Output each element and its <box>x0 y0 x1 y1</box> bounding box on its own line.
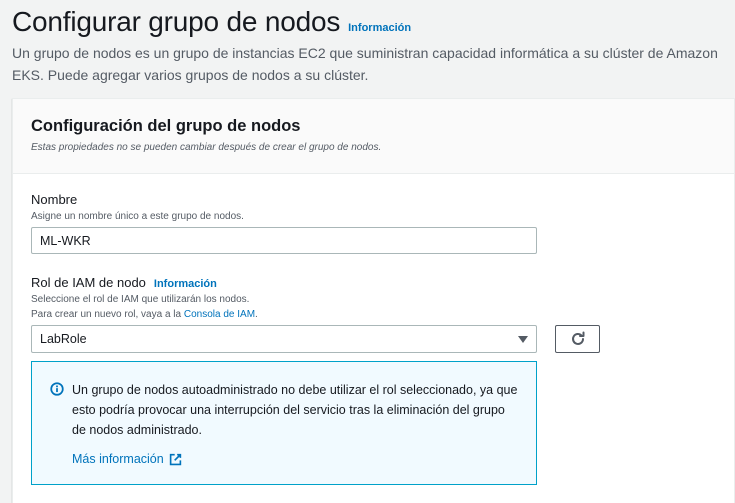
page-header: Configurar grupo de nodos Información Un… <box>12 6 732 86</box>
panel-title: Configuración del grupo de nodos <box>31 117 301 135</box>
panel-header: Configuración del grupo de nodos Estas p… <box>13 99 734 174</box>
iam-role-hint-prefix: Para crear un nuevo rol, vaya a la <box>31 309 184 320</box>
iam-role-info-link[interactable]: Información <box>154 278 217 290</box>
iam-role-selected-value: LabRole <box>40 332 87 346</box>
header-info-link[interactable]: Información <box>348 22 411 34</box>
title-row: Configurar grupo de nodos Información <box>12 6 732 38</box>
node-group-config-panel: Configuración del grupo de nodos Estas p… <box>12 98 735 503</box>
iam-role-field: Rol de IAM de nodo Información Seleccion… <box>31 275 258 322</box>
learn-more-label: Más información <box>72 452 164 466</box>
info-icon <box>50 382 64 396</box>
refresh-icon <box>571 331 584 345</box>
learn-more-link[interactable]: Más información <box>72 452 182 466</box>
iam-console-link[interactable]: Consola de IAM <box>184 309 255 320</box>
iam-role-label-row: Rol de IAM de nodo Información <box>31 275 258 290</box>
iam-role-hint-suffix: . <box>255 309 258 320</box>
iam-role-description: Seleccione el rol de IAM que utilizarán … <box>31 294 250 305</box>
caret-down-icon <box>518 335 528 343</box>
name-label: Nombre <box>31 192 78 207</box>
name-input[interactable] <box>31 227 537 254</box>
page-title: Configurar grupo de nodos <box>12 6 341 37</box>
panel-subtitle: Estas propiedades no se pueden cambiar d… <box>31 142 382 153</box>
info-alert: Un grupo de nodos autoadministrado no de… <box>31 361 537 485</box>
iam-role-label: Rol de IAM de nodo <box>31 275 146 290</box>
refresh-roles-button[interactable] <box>555 325 600 353</box>
name-field: Nombre Asigne un nombre único a este gru… <box>31 192 244 224</box>
alert-text: Un grupo de nodos autoadministrado no de… <box>72 383 518 437</box>
page-description: Un grupo de nodos es un grupo de instanc… <box>12 45 718 83</box>
iam-role-hint: Para crear un nuevo rol, vaya a la Conso… <box>31 307 258 322</box>
alert-row: Un grupo de nodos autoadministrado no de… <box>50 380 520 440</box>
external-link-icon <box>169 453 181 465</box>
name-description: Asigne un nombre único a este grupo de n… <box>31 211 244 222</box>
iam-role-select[interactable]: LabRole <box>31 325 537 353</box>
